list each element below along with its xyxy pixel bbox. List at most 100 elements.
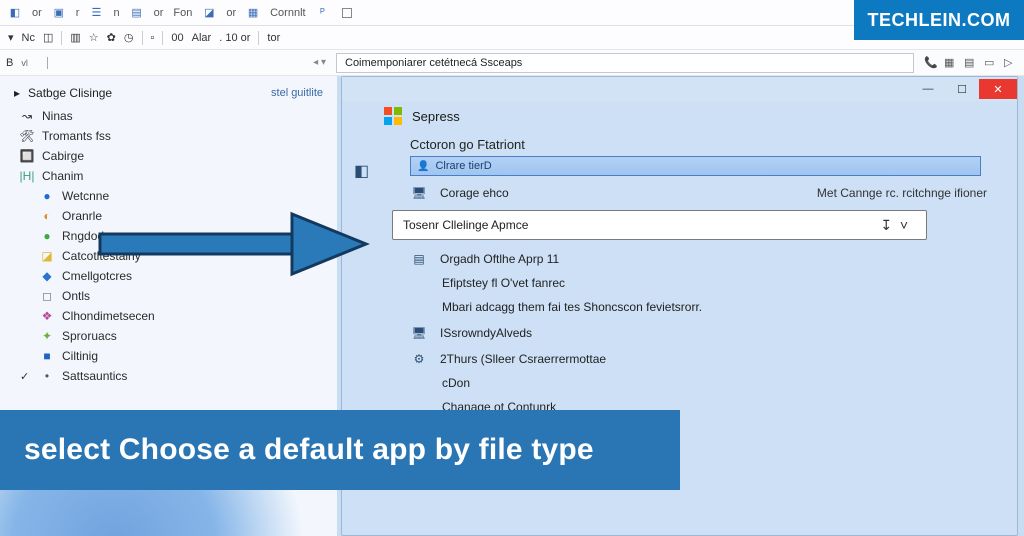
separator: [162, 31, 163, 45]
tool-icon-4[interactable]: ▤: [130, 6, 144, 20]
nav-icon: ◆: [40, 269, 54, 283]
nav-icon: ✦: [40, 329, 54, 343]
tool-label[interactable]: r: [76, 7, 80, 19]
grid-icon[interactable]: ▦: [944, 56, 958, 70]
nav-item[interactable]: ◐Oranrle: [14, 206, 323, 226]
tool-label[interactable]: 00: [171, 32, 183, 44]
tool-icon-6[interactable]: ▦: [246, 6, 260, 20]
separator: [258, 31, 259, 45]
tool-icon-2[interactable]: ▣: [52, 6, 66, 20]
option-row[interactable]: cDon: [442, 376, 987, 390]
card-icon[interactable]: ▭: [984, 56, 998, 70]
small-tool-c[interactable]: ☆: [89, 31, 99, 44]
nav-icon: •: [40, 369, 54, 383]
address-path: Coimemponiarer cetétnecá Ssceaps: [345, 57, 522, 69]
nav-icon: 🔲: [20, 149, 34, 163]
caret-icon[interactable]: ▸: [14, 86, 20, 100]
nav-item[interactable]: ■Ciltinig: [14, 346, 323, 366]
tool-label[interactable]: or: [154, 7, 164, 19]
settings-content: Sepress Cctoron go Ftatriont 👤 Clrare ti…: [384, 105, 1017, 424]
tool-label[interactable]: . 10 or: [219, 32, 250, 44]
nav-icon: ◻: [40, 289, 54, 303]
monitor-icon: 🖥: [410, 324, 428, 342]
small-tool-d[interactable]: ✿: [107, 31, 116, 44]
nav-item[interactable]: |H|Chanim: [14, 166, 323, 186]
option-row[interactable]: ▤ Orgadh Oftlhe Aprp 11: [410, 250, 987, 268]
highlighted-setting-bar[interactable]: 👤 Clrare tierD: [410, 156, 981, 176]
windows-logo-icon: [384, 107, 402, 125]
tool-label[interactable]: or: [226, 7, 236, 19]
chevron-down-icon[interactable]: ▾: [8, 31, 14, 44]
person-icon: 👤: [417, 161, 429, 172]
nav-item[interactable]: ✦Sproruacs: [14, 326, 323, 346]
settings-title: Sepress: [412, 109, 460, 124]
nav-icon: ■: [40, 349, 54, 363]
tool-icon-3[interactable]: ☰: [89, 6, 103, 20]
nav-item[interactable]: ◪Catcotltestalny: [14, 246, 323, 266]
close-button[interactable]: ✕: [979, 79, 1017, 99]
breadcrumb-address-bar[interactable]: Coimemponiarer cetétnecá Ssceaps: [336, 53, 914, 73]
chevron-down-icon[interactable]: ◂ ▾: [313, 57, 326, 68]
nav-item[interactable]: ❖Clhondimetsecen: [14, 306, 323, 326]
option-row[interactable]: ⚙ 2Thurs (Slleer Csraerrermottae: [410, 350, 987, 368]
nav-item[interactable]: ↝Ninas: [14, 106, 323, 126]
tool-icon-7[interactable]: ᴾ: [316, 6, 330, 20]
nav-item[interactable]: ◻Ontls: [14, 286, 323, 306]
list-icon: ▤: [410, 250, 428, 268]
tool-label[interactable]: Alar: [192, 32, 212, 44]
nav-icon: ◐: [40, 209, 54, 223]
minimize-button[interactable]: —: [911, 79, 945, 99]
banner-text: select Choose a default app by file type: [24, 433, 594, 467]
watermark-logo: TECHLEIN.COM: [854, 0, 1024, 40]
nav-item[interactable]: ✓•Sattsauntics: [14, 366, 323, 386]
gear-icon: ⚙: [410, 350, 428, 368]
address-left-sub: vl: [21, 58, 28, 68]
page-icon[interactable]: ▤: [964, 56, 978, 70]
tool-label[interactable]: or: [32, 7, 42, 19]
nav-icon: ◪: [40, 249, 54, 263]
navigation-list: ↝Ninas 🛠Tromants fss 🔲Cabirge |H|Chanim …: [14, 106, 323, 386]
nav-icon: ↝: [20, 109, 34, 123]
play-icon[interactable]: ▷: [1004, 56, 1018, 70]
address-left: B vl ◂ ▾: [6, 57, 326, 69]
small-tool-a[interactable]: ◫: [43, 31, 53, 44]
nav-item[interactable]: ●Wetcnne: [14, 186, 323, 206]
option-desc: Mbari adcagg them fai tes Shoncscon fevi…: [442, 300, 987, 314]
tool-icon-5[interactable]: ◪: [202, 6, 216, 20]
back-icon[interactable]: ◧: [354, 161, 372, 179]
maximize-button[interactable]: ☐: [945, 79, 979, 99]
option-row[interactable]: Efiptstey fl O'vet fanrec: [442, 276, 987, 290]
nav-icon: 🛠: [20, 129, 34, 143]
left-panel-title: ▸ Satbge Clisinge: [14, 86, 112, 100]
tool-icon-1[interactable]: ◧: [8, 6, 22, 20]
nav-icon: ●: [40, 229, 54, 243]
settings-side-rail: ◧: [342, 105, 384, 424]
option-row[interactable]: 🖥 ISsrowndyAlveds: [410, 324, 987, 342]
watermark-text: TECHLEIN.COM: [868, 10, 1011, 31]
nav-item[interactable]: ◆Cmellgotcres: [14, 266, 323, 286]
small-tool-b[interactable]: ▥: [70, 31, 80, 44]
nav-item[interactable]: 🛠Tromants fss: [14, 126, 323, 146]
dropdown-separator: [42, 57, 48, 69]
left-panel-action-link[interactable]: stel guitlite: [271, 87, 323, 99]
tool-label[interactable]: n: [113, 7, 119, 19]
address-left-label[interactable]: B: [6, 57, 13, 69]
dropdown-arrow-icon: ↧ ˅: [880, 217, 908, 234]
nav-icon: ●: [40, 189, 54, 203]
option-change-row[interactable]: 🖥 Corage ehco Met Cannge rc. rcitchnge i…: [410, 184, 987, 202]
tool-label[interactable]: Nc: [22, 32, 35, 44]
nav-item[interactable]: 🔲Cabirge: [14, 146, 323, 166]
nav-icon: ❖: [40, 309, 54, 323]
small-tool-f[interactable]: ▫: [151, 32, 155, 44]
phone-icon[interactable]: 📞: [924, 56, 938, 70]
tool-label[interactable]: Cornnlt: [270, 7, 305, 19]
tool-icon-8[interactable]: [340, 6, 354, 20]
nav-item[interactable]: ●Rngdod cnn: [14, 226, 323, 246]
tool-label[interactable]: tor: [267, 32, 280, 44]
small-tool-e[interactable]: ◷: [124, 31, 134, 44]
section-header: Cctoron go Ftatriont: [410, 137, 987, 152]
choose-default-app-dropdown[interactable]: Tosenr Cllelinge Apmce ↧ ˅: [392, 210, 927, 240]
address-row: B vl ◂ ▾ Coimemponiarer cetétnecá Ssceap…: [0, 50, 1024, 76]
tool-label[interactable]: Fon: [173, 7, 192, 19]
instruction-banner: select Choose a default app by file type: [0, 410, 680, 490]
